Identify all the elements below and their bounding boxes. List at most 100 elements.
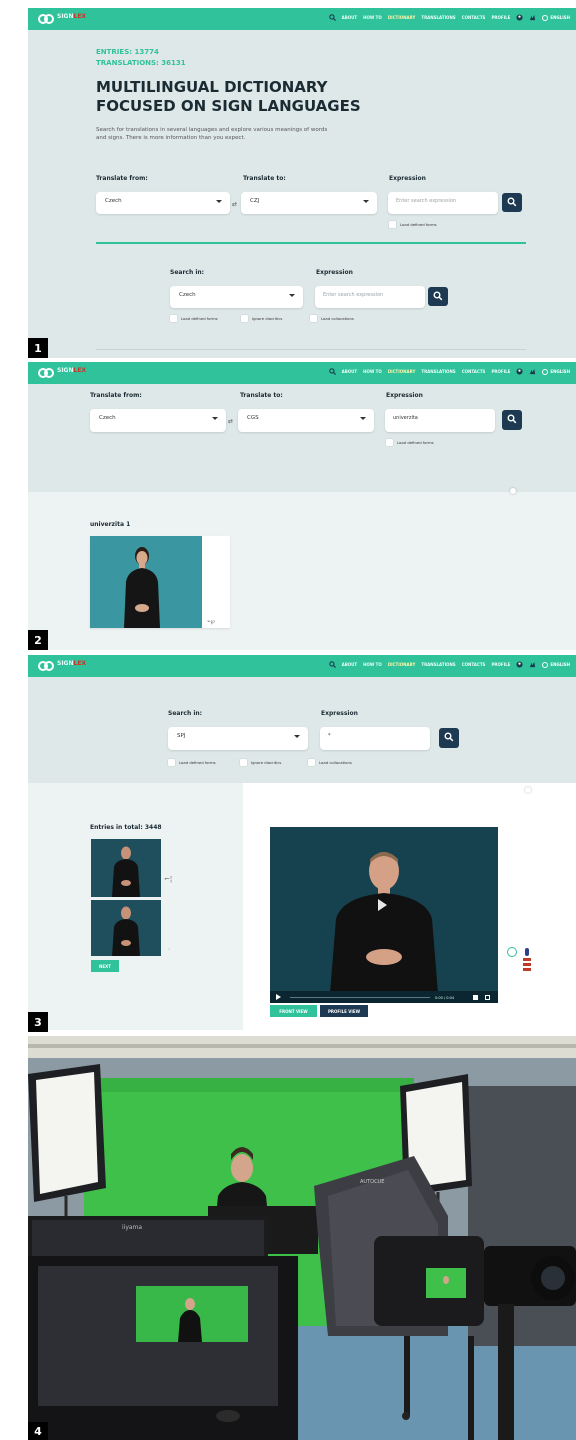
expression2-label: Expression [316,269,353,276]
load-collocations-checkbox[interactable]: Load collocations [310,315,354,322]
nav-how-to[interactable]: HOW TO [363,369,382,374]
nav-menu: ABOUT HOW TO DICTIONARY TRANSLATIONS CON… [328,661,570,668]
chevron-down-icon [294,735,300,738]
prompter-brand-label: AUTOCUE [360,1179,385,1185]
chevron-down-icon [289,294,295,297]
nav-profile[interactable]: PROFILE [491,662,510,667]
volume-icon[interactable] [473,995,478,1000]
expression-input[interactable]: Enter search expression [388,192,498,214]
brand-name[interactable]: SIGNLEX [57,660,86,667]
user-icon[interactable] [516,368,523,375]
entry-thumbnail-2[interactable] [91,900,161,956]
search-button[interactable] [439,728,459,748]
nav-dictionary[interactable]: DICTIONARY [388,15,416,20]
swap-languages-icon[interactable]: ⇄ [228,418,233,425]
nav-how-to[interactable]: HOW TO [363,662,382,667]
ignore-diacritics-checkbox[interactable]: Ignore diacritics [240,759,281,766]
signwriting-notation-icon: ⌁℘ [207,618,215,625]
load-defined-forms-checkbox-2[interactable]: Load defined forms [170,315,218,322]
load-defined-forms-checkbox[interactable]: Load defined forms [386,439,434,446]
expression2-input[interactable]: Enter search expression [315,286,425,308]
expression-input[interactable]: univerzita [385,409,495,432]
nav-translations[interactable]: TRANSLATIONS [421,15,455,20]
language-switch[interactable]: ENGLISH [542,14,570,21]
progress-bar[interactable] [290,996,430,998]
play-icon[interactable] [378,899,387,911]
language-switch[interactable]: ENGLISH [542,368,570,375]
search-button[interactable] [502,193,522,212]
search-in-select[interactable]: Czech [170,286,303,308]
search-icon[interactable] [328,661,336,668]
section-divider [96,242,526,244]
nav-about[interactable]: ABOUT [342,662,358,667]
nav-profile[interactable]: PROFILE [491,15,510,20]
user-icon[interactable] [516,661,523,668]
globe-icon [542,368,549,375]
expression-input[interactable]: * [320,727,430,750]
search-in-select[interactable]: SPJ [168,727,308,750]
play-control-icon[interactable] [276,994,281,1000]
top-navbar: SIGNLEX ABOUT HOW TO DICTIONARY TRANSLAT… [28,8,576,30]
user-icon[interactable] [516,14,523,21]
logo-icon[interactable] [38,659,54,673]
front-view-button[interactable]: FRONT VIEW [270,1005,317,1017]
chevron-down-icon [212,417,218,420]
nav-about[interactable]: ABOUT [342,15,358,20]
refresh-icon[interactable] [507,947,517,957]
ignore-diacritics-checkbox[interactable]: Ignore diacritics [241,315,282,322]
logo-icon[interactable] [38,366,54,380]
logo-icon[interactable] [38,12,54,26]
signwriting-notation-icon: ᵕ [168,947,170,953]
hands-icon[interactable] [529,661,536,668]
translate-to-select[interactable]: CGS [238,409,374,432]
profile-view-button[interactable]: PROFILE VIEW [320,1005,368,1017]
entry-thumbnail-1[interactable] [91,839,161,897]
brand-name[interactable]: SIGNLEX [57,13,86,20]
load-collocations-checkbox[interactable]: Load collocations [308,759,352,766]
sign-video-thumbnail[interactable] [90,536,202,628]
search-button[interactable] [502,410,522,430]
nav-how-to[interactable]: HOW TO [363,15,382,20]
panel-4-recording-studio-photo: iiyama AUTOCUE [28,1036,576,1440]
studio-photo [28,1036,576,1440]
top-navbar: SIGNLEX ABOUT HOW TO DICTIONARY TRANSLAT… [28,655,576,677]
load-defined-forms-checkbox[interactable]: Load defined forms [168,759,216,766]
nav-about[interactable]: ABOUT [342,369,358,374]
page-title-line2: FOCUSED ON SIGN LANGUAGES [96,97,361,115]
translate-from-label: Translate from: [96,175,148,182]
language-switch[interactable]: ENGLISH [542,661,570,668]
panel-2-translation-result: SIGNLEX ABOUT HOW TO DICTIONARY TRANSLAT… [28,362,576,650]
collapse-toggle[interactable] [525,787,531,793]
swap-languages-icon[interactable]: ⇄ [232,201,237,208]
nav-contacts[interactable]: CONTACTS [462,662,486,667]
expression-label: Expression [386,392,423,399]
expression-label: Expression [389,175,426,182]
nav-dictionary[interactable]: DICTIONARY [388,369,416,374]
collapse-toggle[interactable] [510,488,516,494]
nav-contacts[interactable]: CONTACTS [462,15,486,20]
hands-icon[interactable] [529,14,536,21]
translate-from-select[interactable]: Czech [90,409,226,432]
top-navbar: SIGNLEX ABOUT HOW TO DICTIONARY TRANSLAT… [28,362,576,384]
nav-menu: ABOUT HOW TO DICTIONARY TRANSLATIONS CON… [328,368,570,375]
nav-dictionary[interactable]: DICTIONARY [388,662,416,667]
load-defined-forms-checkbox[interactable]: Load defined forms [389,221,437,228]
translate-to-label: Translate to: [243,175,286,182]
next-button[interactable]: NEXT [91,960,119,972]
search-icon[interactable] [328,14,336,21]
translate-from-select[interactable]: Czech [96,192,230,214]
search-icon[interactable] [328,368,336,375]
hamnosys-notation-icon [523,948,531,971]
brand-name[interactable]: SIGNLEX [57,367,86,374]
translate-to-select[interactable]: CZJ [241,192,377,214]
hands-icon[interactable] [529,368,536,375]
fullscreen-icon[interactable] [485,995,490,1000]
nav-contacts[interactable]: CONTACTS [462,369,486,374]
nav-translations[interactable]: TRANSLATIONS [421,369,455,374]
signer-woman-image [124,547,160,628]
search-button-2[interactable] [428,287,448,306]
nav-translations[interactable]: TRANSLATIONS [421,662,455,667]
main-video-player[interactable]: 0:00 / 0:04 [270,827,498,1003]
expression-label: Expression [321,710,358,717]
nav-profile[interactable]: PROFILE [491,369,510,374]
